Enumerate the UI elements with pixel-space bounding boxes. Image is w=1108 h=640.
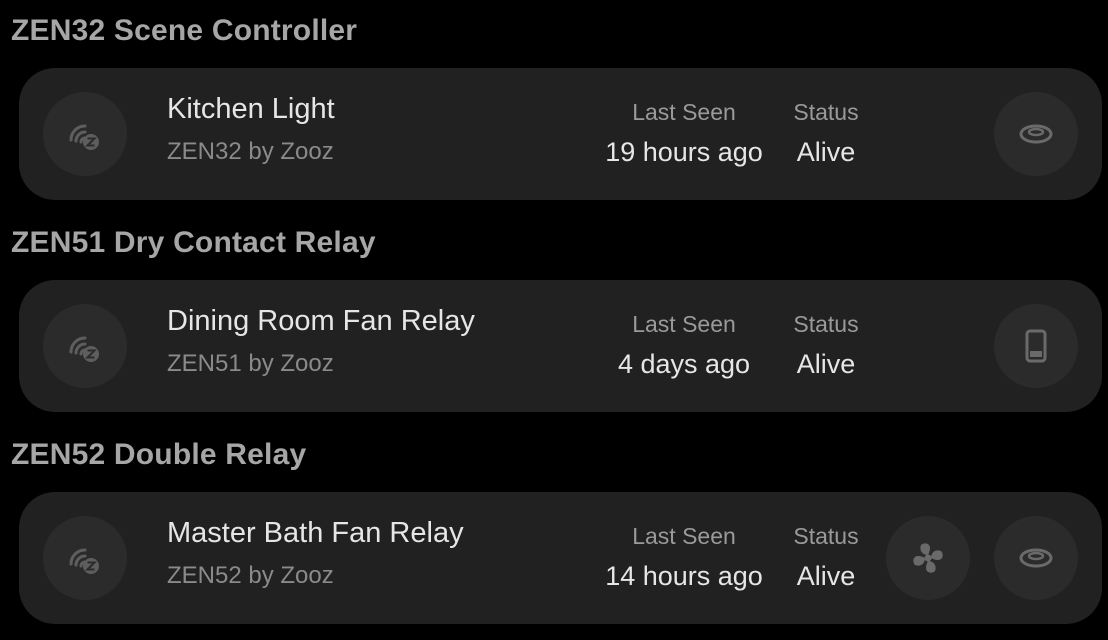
light-icon bbox=[1019, 548, 1053, 568]
device-card[interactable]: Master Bath Fan Relay ZEN52 by Zooz Last… bbox=[19, 492, 1102, 624]
device-model: ZEN51 by Zooz bbox=[167, 350, 334, 377]
zwave-icon bbox=[43, 92, 127, 176]
last-seen-value: 19 hours ago bbox=[605, 137, 763, 167]
tablet-icon bbox=[1025, 329, 1047, 363]
group-title: ZEN52 Double Relay bbox=[11, 438, 307, 471]
device-card[interactable]: Kitchen Light ZEN32 by Zooz Last Seen 19… bbox=[19, 68, 1102, 200]
last-seen-label: Last Seen bbox=[632, 523, 736, 549]
light-button[interactable] bbox=[994, 516, 1078, 600]
last-seen: Last Seen 4 days ago bbox=[603, 313, 765, 378]
device-name: Master Bath Fan Relay bbox=[167, 517, 464, 549]
tablet-button[interactable] bbox=[994, 304, 1078, 388]
group-title: ZEN51 Dry Contact Relay bbox=[11, 226, 376, 259]
status-value: Alive bbox=[796, 349, 856, 379]
status: Status Alive bbox=[776, 313, 876, 378]
light-icon bbox=[1019, 124, 1053, 144]
last-seen-label: Last Seen bbox=[632, 311, 736, 337]
zwave-icon bbox=[43, 304, 127, 388]
zwave-icon bbox=[43, 516, 127, 600]
status-label: Status bbox=[793, 311, 859, 337]
device-name: Dining Room Fan Relay bbox=[167, 305, 475, 337]
status: Status Alive bbox=[776, 525, 876, 590]
device-name: Kitchen Light bbox=[167, 93, 335, 125]
light-button[interactable] bbox=[994, 92, 1078, 176]
fan-icon bbox=[913, 543, 943, 573]
group-title: ZEN32 Scene Controller bbox=[11, 14, 358, 47]
status-value: Alive bbox=[796, 561, 856, 591]
device-model: ZEN52 by Zooz bbox=[167, 562, 334, 589]
device-card[interactable]: Dining Room Fan Relay ZEN51 by Zooz Last… bbox=[19, 280, 1102, 412]
status: Status Alive bbox=[776, 101, 876, 166]
last-seen-value: 14 hours ago bbox=[605, 561, 763, 591]
fan-button[interactable] bbox=[886, 516, 970, 600]
device-model: ZEN32 by Zooz bbox=[167, 138, 334, 165]
device-list: ZEN32 Scene Controller Kitchen Light ZEN… bbox=[0, 0, 1108, 640]
status-label: Status bbox=[793, 523, 859, 549]
status-value: Alive bbox=[796, 137, 856, 167]
last-seen-value: 4 days ago bbox=[617, 349, 751, 379]
last-seen: Last Seen 19 hours ago bbox=[589, 101, 779, 166]
status-label: Status bbox=[793, 99, 859, 125]
last-seen: Last Seen 14 hours ago bbox=[589, 525, 779, 590]
last-seen-label: Last Seen bbox=[632, 99, 736, 125]
